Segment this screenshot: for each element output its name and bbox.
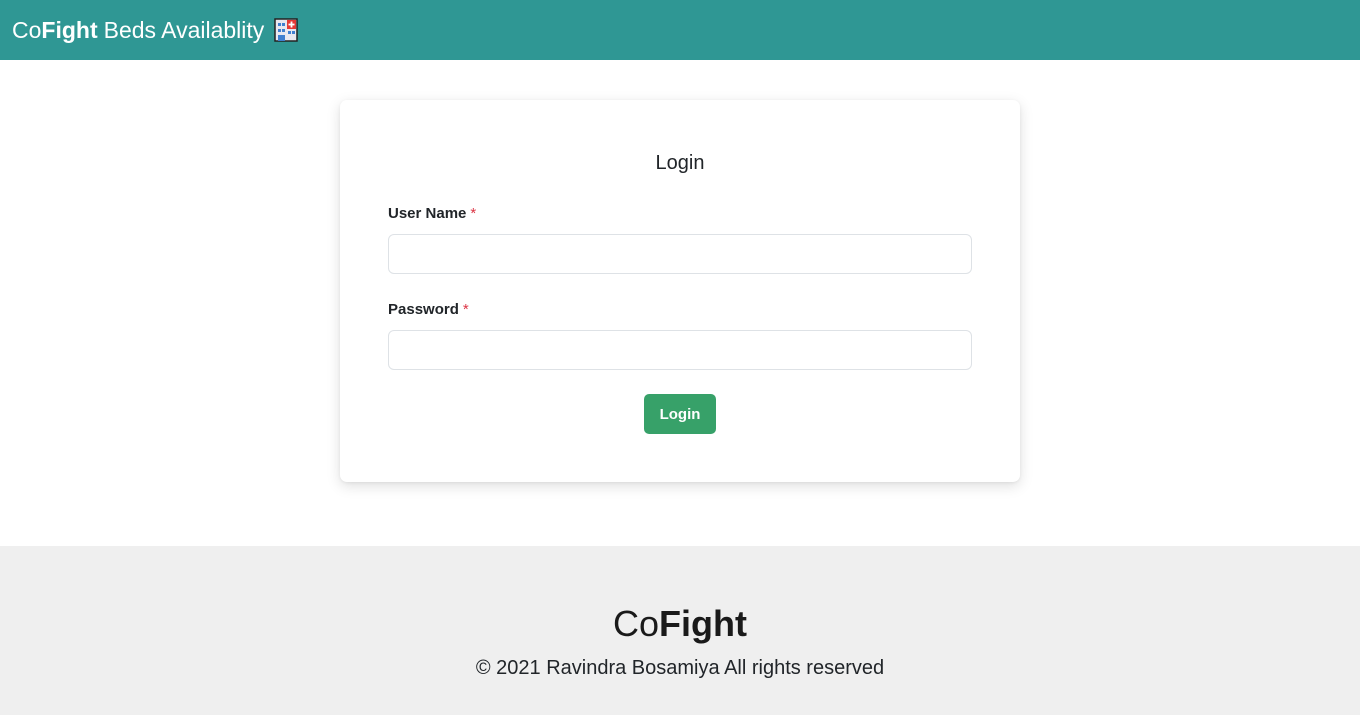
username-label: User Name * xyxy=(388,205,476,222)
login-title: Login xyxy=(655,152,705,174)
username-label-text: User Name xyxy=(388,205,467,222)
footer-brand: CoFight xyxy=(0,603,1360,645)
password-label: Password * xyxy=(388,301,469,318)
footer: CoFight © 2021 Ravindra Bosamiya All rig… xyxy=(0,546,1360,715)
brand-bold: Fight xyxy=(41,16,98,43)
navbar: Co Fight Beds Availablity xyxy=(0,0,1360,60)
password-label-text: Password xyxy=(388,301,459,318)
copyright-text: © 2021 Ravindra Bosamiya All rights rese… xyxy=(475,657,885,679)
footer-brand-prefix: Co xyxy=(613,603,660,644)
brand-prefix: Co xyxy=(12,16,42,43)
footer-brand-bold: Fight xyxy=(659,603,747,644)
brand-link[interactable]: Co Fight Beds Availablity xyxy=(12,17,299,44)
brand-subtitle: Beds Availablity xyxy=(103,16,265,43)
login-button[interactable]: Login xyxy=(644,394,716,434)
required-indicator: * xyxy=(462,301,469,318)
hospital-icon xyxy=(273,17,299,43)
password-input[interactable] xyxy=(388,330,972,370)
login-card: Login User Name * Password * Login xyxy=(340,100,1020,482)
required-indicator: * xyxy=(470,205,477,222)
username-input[interactable] xyxy=(388,234,972,274)
